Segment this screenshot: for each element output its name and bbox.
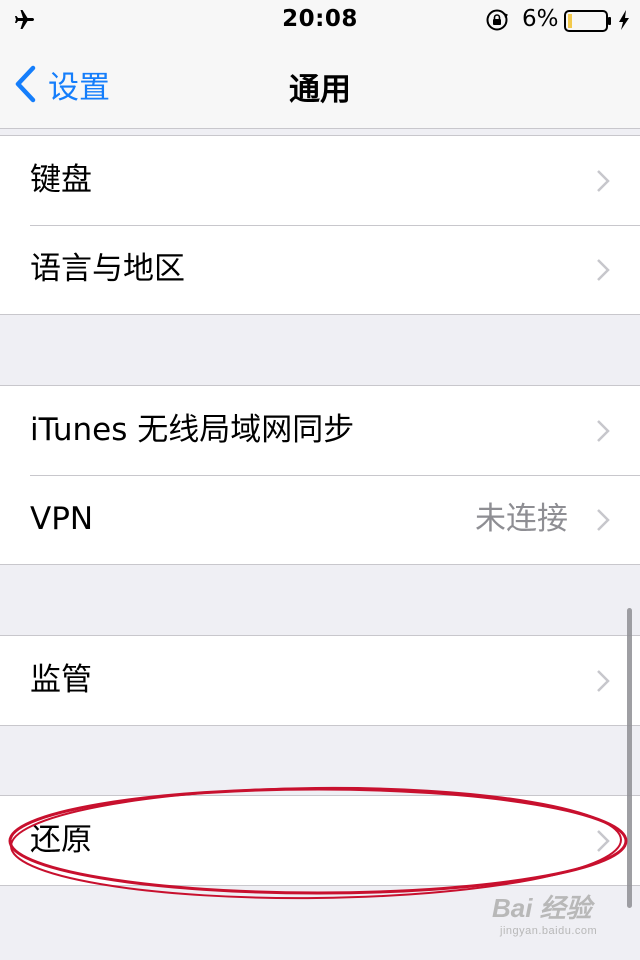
row-label: VPN	[30, 501, 94, 537]
row-label: 键盘	[30, 162, 92, 198]
vpn-status-value: 未连接	[475, 501, 568, 537]
charging-bolt-icon	[618, 9, 630, 35]
battery-percent: 6%	[522, 6, 559, 32]
row-vpn[interactable]: VPN 未连接	[0, 475, 640, 564]
watermark-url: jingyan.baidu.com	[500, 925, 598, 937]
row-label: 监管	[30, 662, 92, 698]
chevron-right-icon	[596, 419, 610, 447]
chevron-right-icon	[596, 169, 610, 197]
row-supervision[interactable]: 监管	[0, 636, 640, 725]
settings-group-sync: iTunes 无线局域网同步 VPN 未连接	[0, 385, 640, 565]
settings-group-input: 键盘 语言与地区	[0, 135, 640, 315]
status-bar: 20:08 6%	[0, 0, 640, 40]
rotation-lock-icon	[485, 8, 509, 36]
row-label: iTunes 无线局域网同步	[30, 412, 355, 448]
watermark-logo: Bai 经验	[492, 893, 592, 923]
row-language-region[interactable]: 语言与地区	[0, 225, 640, 314]
row-itunes-wifi-sync[interactable]: iTunes 无线局域网同步	[0, 386, 640, 475]
chevron-right-icon	[596, 258, 610, 286]
chevron-right-icon	[596, 669, 610, 697]
battery-icon	[564, 10, 612, 36]
chevron-right-icon	[596, 508, 610, 536]
page-title: 通用	[289, 72, 351, 108]
row-keyboard[interactable]: 键盘	[0, 136, 640, 225]
watermark: Bai 经验 jingyan.baidu.com	[492, 888, 597, 937]
navigation-bar: 设置 通用	[0, 40, 640, 129]
row-label: 语言与地区	[30, 251, 185, 287]
settings-group-supervision: 监管	[0, 635, 640, 726]
